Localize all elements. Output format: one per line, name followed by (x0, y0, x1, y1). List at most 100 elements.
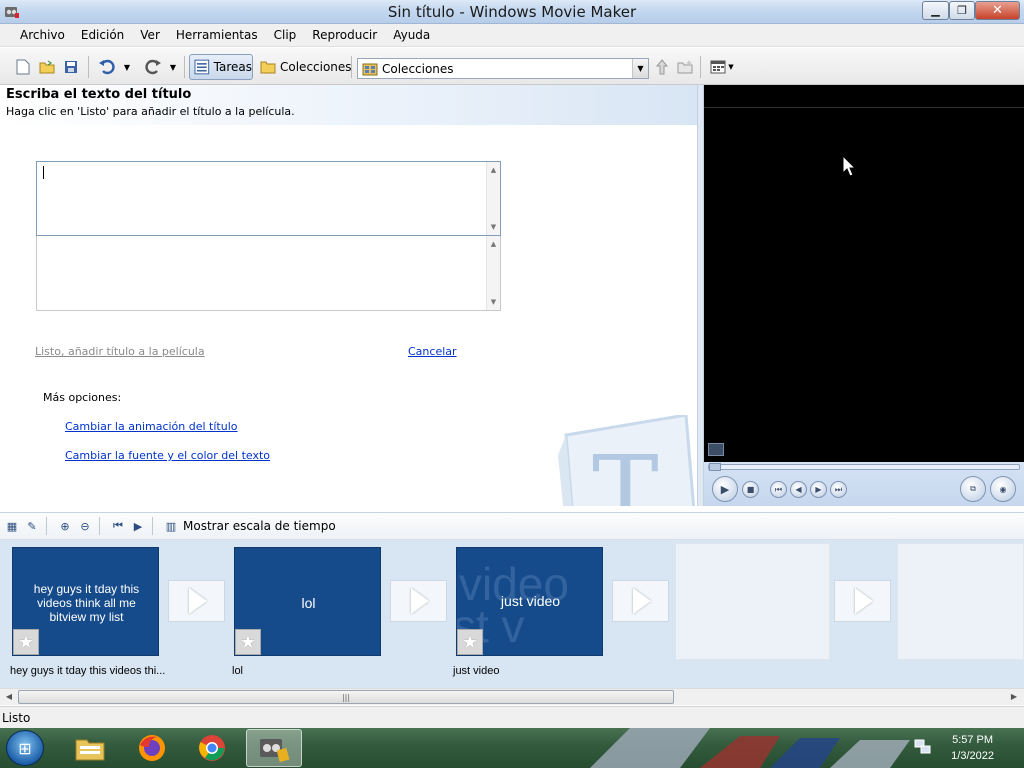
up-arrow-icon (655, 59, 669, 75)
collections-select[interactable]: Colecciones ▼ (357, 58, 649, 79)
undo-icon (99, 59, 115, 75)
title-task-pane: Escriba el texto del título Haga clic en… (0, 85, 697, 506)
undo-button[interactable] (96, 57, 118, 77)
undo-dropdown-button[interactable]: ▼ (121, 57, 133, 77)
taskbar-explorer[interactable] (62, 729, 118, 767)
up-level-button[interactable] (654, 57, 670, 77)
title-text-input[interactable]: ▲ ▼ (36, 161, 501, 236)
effect-star-icon[interactable]: ★ (235, 629, 261, 655)
transition-arrow-icon (633, 588, 651, 614)
clip-label: just video (453, 665, 500, 677)
transition-arrow-icon (411, 588, 429, 614)
menu-ver[interactable]: Ver (132, 28, 168, 42)
pane-splitter[interactable] (697, 85, 704, 506)
scroll-down-icon[interactable]: ▼ (487, 221, 500, 233)
scroll-left-icon[interactable]: ◀ (3, 691, 15, 703)
play-button[interactable]: ▶ (712, 476, 738, 502)
colecciones-button[interactable]: Colecciones (257, 54, 355, 80)
toolbar-separator (152, 517, 153, 535)
network-icon[interactable] (914, 739, 932, 755)
timeline-icon[interactable]: ▥ (163, 518, 179, 534)
split-clip-button[interactable]: ⧉ (960, 476, 986, 502)
transition-slot[interactable] (168, 580, 225, 622)
empty-clip-slot[interactable] (897, 543, 1024, 660)
menu-archivo[interactable]: Archivo (12, 28, 73, 42)
listo-add-title-link[interactable]: Listo, añadir título a la película (35, 345, 205, 358)
back-frame-button[interactable]: ◀ (790, 481, 807, 498)
storyboard-scrollbar[interactable]: ◀ ||| ▶ (0, 688, 1024, 705)
menu-reproducir[interactable]: Reproducir (304, 28, 385, 42)
change-font-color-link[interactable]: Cambiar la fuente y el color del texto (65, 449, 270, 462)
storyboard-clip[interactable]: hey guys it tday this videos think all m… (12, 547, 159, 656)
effect-star-icon[interactable]: ★ (13, 629, 39, 655)
scrollbar-thumb[interactable]: ||| (18, 690, 674, 704)
taskbar-chrome[interactable] (184, 729, 240, 767)
forward-frame-button[interactable]: ▶ (810, 481, 827, 498)
status-bar: Listo (0, 706, 1024, 728)
subtitle-text-scrollbar[interactable]: ▲ ▼ (486, 236, 500, 310)
transition-slot[interactable] (390, 580, 447, 622)
chrome-icon (199, 735, 225, 761)
menu-ayuda[interactable]: Ayuda (385, 28, 438, 42)
menu-edicion[interactable]: Edición (73, 28, 132, 42)
new-project-button[interactable] (14, 57, 32, 77)
scroll-down-icon[interactable]: ▼ (487, 296, 500, 308)
cancel-link[interactable]: Cancelar (408, 345, 457, 358)
empty-clip-slot[interactable] (675, 543, 830, 660)
redo-dropdown-button[interactable]: ▼ (167, 57, 179, 77)
view-grid-icon (710, 60, 726, 74)
chevron-down-icon: ▼ (637, 64, 644, 73)
views-button[interactable]: ▼ (708, 57, 736, 77)
previous-frame-button[interactable]: ⏮ (770, 481, 787, 498)
start-button[interactable]: ⊞ (6, 730, 44, 766)
narrate-mic-icon[interactable]: ✎ (24, 518, 40, 534)
close-button[interactable]: ✕ (975, 1, 1020, 20)
new-document-icon (16, 59, 30, 75)
zoom-in-icon[interactable]: ⊕ (57, 518, 73, 534)
toolbar-separator (184, 56, 185, 78)
play-storyboard-icon[interactable]: ▶ (130, 518, 146, 534)
menu-herramientas[interactable]: Herramientas (168, 28, 266, 42)
title-text-scrollbar[interactable]: ▲ ▼ (486, 162, 500, 235)
storyboard-icon[interactable]: ▦ (4, 518, 20, 534)
rewind-storyboard-icon[interactable]: ⏮ (110, 518, 126, 534)
scroll-right-icon[interactable]: ▶ (1008, 691, 1020, 703)
tasks-list-icon (194, 59, 210, 75)
effect-star-icon[interactable]: ★ (457, 629, 483, 655)
take-picture-button[interactable]: ◉ (990, 476, 1016, 502)
step-forward-icon: ▶ (815, 485, 822, 494)
svg-text:T: T (592, 434, 659, 506)
scroll-up-icon[interactable]: ▲ (487, 238, 500, 250)
menu-clip[interactable]: Clip (266, 28, 305, 42)
save-project-button[interactable] (62, 57, 80, 77)
taskbar-movie-maker[interactable] (246, 729, 302, 767)
change-title-animation-link[interactable]: Cambiar la animación del título (65, 420, 238, 433)
collections-icon (362, 63, 378, 75)
transition-slot[interactable] (834, 580, 891, 622)
clip-label: lol (232, 665, 244, 677)
taskbar-clock[interactable]: 5:57 PM 1/3/2022 (951, 732, 994, 764)
next-frame-button[interactable]: ⏭ (830, 481, 847, 498)
transition-arrow-icon (189, 588, 207, 614)
open-project-button[interactable] (38, 57, 56, 77)
zoom-out-icon[interactable]: ⊖ (77, 518, 93, 534)
select-dropdown-arrow[interactable]: ▼ (632, 59, 648, 78)
tareas-button[interactable]: Tareas (189, 54, 253, 80)
scroll-up-icon[interactable]: ▲ (487, 164, 500, 176)
transition-slot[interactable] (612, 580, 669, 622)
seek-thumb[interactable] (709, 463, 721, 471)
status-text: Listo (2, 710, 31, 725)
minimize-button[interactable]: ▁ (922, 1, 949, 20)
storyboard-clip[interactable]: lol ★ (234, 547, 381, 656)
storyboard-clip[interactable]: video st v just video ★ (456, 547, 603, 656)
seek-bar[interactable] (708, 463, 1020, 471)
new-collection-folder-button[interactable] (676, 57, 694, 77)
stop-button[interactable]: ■ (742, 481, 759, 498)
subtitle-text-input[interactable]: ▲ ▼ (36, 236, 501, 311)
save-disk-icon (65, 61, 77, 73)
taskbar-firefox[interactable] (124, 729, 180, 767)
restore-button[interactable]: ❐ (949, 1, 975, 20)
redo-button[interactable] (142, 57, 164, 77)
fullscreen-monitor-icon[interactable] (708, 443, 724, 456)
show-timeline-button[interactable]: Mostrar escala de tiempo (183, 519, 336, 533)
